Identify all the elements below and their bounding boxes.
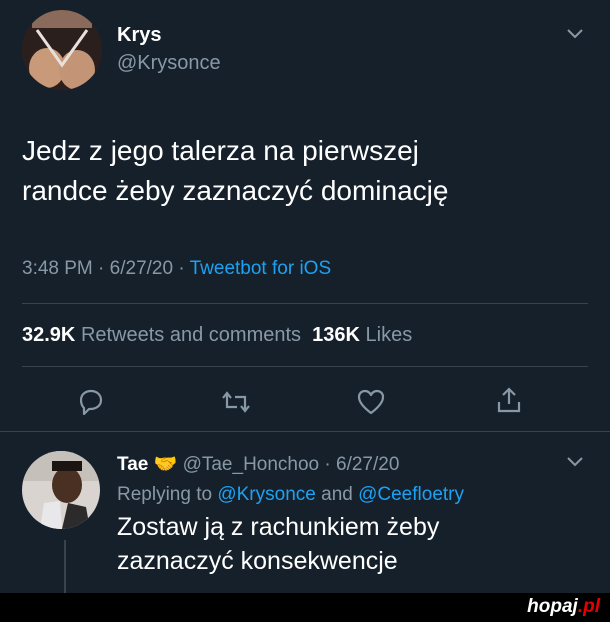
author-name[interactable]: Krys <box>117 24 161 47</box>
footer-bar: hopaj.pl <box>0 593 610 622</box>
author-avatar[interactable] <box>22 10 102 90</box>
tweet-text-line: Jedz z jego talerza na pierwszej <box>22 135 419 166</box>
replying-to: Replying to @Krysonce and @Ceefloetry <box>117 484 464 505</box>
reply-text-line: Zostaw ją z rachunkiem żeby <box>117 513 440 541</box>
thread-line <box>64 540 66 595</box>
tweet-date: 6/27/20 <box>109 258 174 279</box>
tweet-meta: 3:48 PM · 6/27/20 · Tweetbot for iOS <box>22 258 332 279</box>
divider <box>22 303 588 304</box>
reply-date: 6/27/20 <box>336 454 400 475</box>
tweet-source-link[interactable]: Tweetbot for iOS <box>190 258 332 279</box>
divider <box>22 366 588 367</box>
likes-count[interactable]: 136K <box>312 324 360 346</box>
retweet-icon[interactable] <box>221 387 251 417</box>
reply-text-line: zaznaczyć konsekwencje <box>117 547 398 575</box>
tweet-text: Jedz z jego talerza na pierwszej randce … <box>22 131 592 211</box>
like-icon[interactable] <box>356 387 386 417</box>
retweets-count[interactable]: 32.9K <box>22 324 75 346</box>
reply-author-name[interactable]: Tae <box>117 454 148 475</box>
reply-text: Zostaw ją z rachunkiem żeby zaznaczyć ko… <box>117 510 587 578</box>
author-handle[interactable]: @Krysonce <box>117 52 221 75</box>
reply-author-handle[interactable]: @Tae_Honchoo <box>183 454 320 475</box>
reply-header: Tae 🤝 @Tae_Honchoo · 6/27/20 <box>117 454 400 475</box>
reply-icon[interactable] <box>76 387 106 417</box>
mention-link[interactable]: @Ceefloetry <box>358 484 464 505</box>
tweet-time: 3:48 PM <box>22 258 93 279</box>
brand-logo: hopaj.pl <box>527 596 600 617</box>
chevron-down-icon[interactable] <box>566 456 584 468</box>
reply-author-avatar[interactable] <box>22 451 100 529</box>
mention-link[interactable]: @Krysonce <box>217 484 316 505</box>
divider <box>0 431 610 432</box>
share-icon[interactable] <box>494 385 524 415</box>
tweet-text-line: randce żeby zaznaczyć dominację <box>22 175 449 206</box>
chevron-down-icon[interactable] <box>566 28 584 40</box>
retweets-label[interactable]: Retweets and comments <box>81 324 301 346</box>
likes-label[interactable]: Likes <box>366 324 413 346</box>
handshake-icon: 🤝 <box>153 454 178 475</box>
tweet-stats: 32.9K Retweets and comments 136K Likes <box>22 324 412 347</box>
